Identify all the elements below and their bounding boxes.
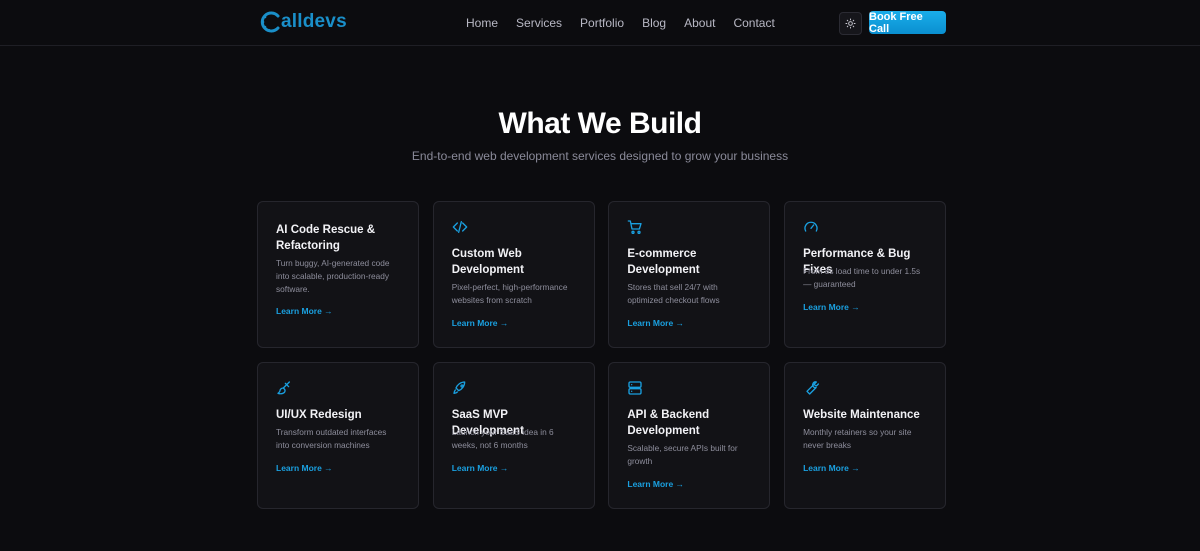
card-title: UI/UX Redesign (276, 409, 362, 421)
card-title: Custom Web Development (451, 248, 524, 276)
card-description: Transform outdated interfaces into conve… (276, 427, 387, 450)
card-description: Launch your SaaS idea in 6 weeks, not 6 … (451, 427, 554, 450)
learn-more-link[interactable]: Learn More → (452, 318, 509, 328)
brush-icon (277, 381, 290, 395)
learn-more-link[interactable]: Learn More → (276, 306, 333, 316)
learn-more-link[interactable]: Learn More → (803, 463, 860, 473)
card-title: Website Maintenance (803, 409, 920, 421)
service-card-custom-web[interactable]: Custom Web Development Pixel-perfect, hi… (432, 201, 595, 348)
rocket-icon (453, 381, 466, 394)
service-card-uiux[interactable]: UI/UX Redesign Transform outdated interf… (257, 362, 419, 509)
nav-blog[interactable]: Blog (642, 16, 666, 30)
brand-logo[interactable]: alldevs (259, 10, 347, 34)
nav-services[interactable]: Services (516, 16, 562, 30)
nav-about[interactable]: About (684, 16, 715, 30)
card-description: Pixel-perfect, high-performance websites… (451, 282, 568, 305)
theme-toggle-button[interactable] (839, 12, 862, 35)
service-card-ecommerce[interactable]: E-commerce Development Stores that sell … (608, 201, 771, 348)
card-description: Stores that sell 24/7 with optimized che… (627, 282, 720, 305)
top-nav: alldevs Home Services Portfolio Blog Abo… (0, 0, 1200, 46)
book-free-call-button[interactable]: Book Free Call (869, 11, 946, 35)
card-title: E-commerce Development (627, 248, 700, 276)
code-icon (452, 221, 468, 233)
page-title: What We Build (498, 107, 702, 140)
card-description: Scalable, secure APIs built for growth (627, 443, 738, 466)
service-card-performance[interactable]: Performance & Bug Fixes From 8s load tim… (784, 201, 947, 348)
services-grid: AI Code Rescue & Refactoring Turn buggy,… (257, 201, 947, 509)
server-icon (628, 381, 643, 395)
sun-icon (845, 18, 856, 29)
gauge-icon (804, 221, 818, 232)
main-menu: Home Services Portfolio Blog About Conta… (466, 0, 793, 45)
learn-more-link[interactable]: Learn More → (627, 318, 684, 328)
logo-icon (260, 11, 280, 33)
learn-more-link[interactable]: Learn More → (627, 479, 684, 489)
page-subtitle: End-to-end web development services desi… (411, 149, 789, 163)
card-description: From 8s load time to under 1.5s — guaran… (803, 266, 921, 289)
brand-name: alldevs (281, 11, 347, 32)
learn-more-link[interactable]: Learn More → (452, 463, 509, 473)
card-description: Turn buggy, AI-generated code into scala… (276, 258, 390, 294)
learn-more-link[interactable]: Learn More → (276, 463, 333, 473)
learn-more-link[interactable]: Learn More → (803, 302, 860, 312)
nav-home[interactable]: Home (466, 16, 498, 30)
cart-icon (628, 220, 643, 234)
wrench-icon (806, 381, 820, 395)
nav-contact[interactable]: Contact (733, 16, 774, 30)
card-title: AI Code Rescue & Refactoring (276, 224, 376, 252)
service-card-saas-mvp[interactable]: SaaS MVP Development Launch your SaaS id… (432, 362, 595, 509)
service-card-api-backend[interactable]: API & Backend Development Scalable, secu… (608, 362, 771, 509)
card-description: Monthly retainers so your site never bre… (803, 427, 912, 450)
card-title: API & Backend Development (627, 409, 710, 437)
service-card-ai-code-rescue[interactable]: AI Code Rescue & Refactoring Turn buggy,… (257, 201, 419, 348)
service-card-maintenance[interactable]: Website Maintenance Monthly retainers so… (784, 362, 947, 509)
nav-portfolio[interactable]: Portfolio (580, 16, 624, 30)
